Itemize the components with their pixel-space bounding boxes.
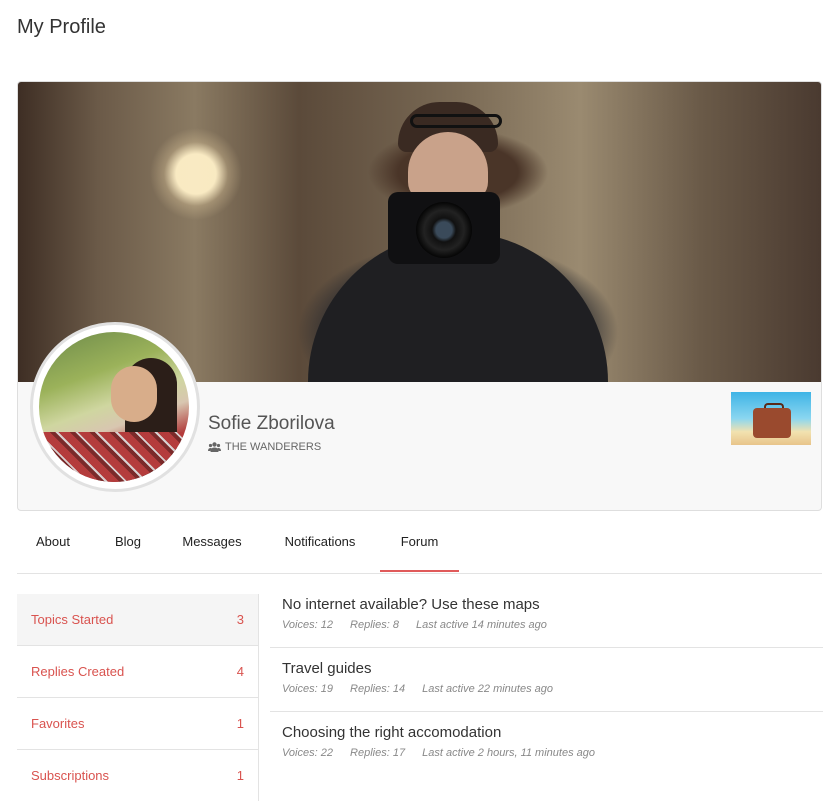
topic-list: No internet available? Use these maps Vo… (270, 584, 823, 776)
group-name: THE WANDERERS (225, 441, 322, 453)
topic-meta: Voices: 12 Replies: 8 Last active 14 min… (282, 619, 823, 631)
sidebar-item-label: Replies Created (31, 664, 125, 679)
sidebar-item-replies-created[interactable]: Replies Created 4 (17, 646, 258, 698)
group-icon (208, 442, 221, 452)
sidebar-item-count: 1 (236, 716, 244, 731)
sidebar-item-label: Favorites (31, 716, 85, 731)
group-thumbnail[interactable] (731, 392, 811, 445)
tab-forum[interactable]: Forum (380, 520, 459, 572)
tab-notifications[interactable]: Notifications (271, 520, 369, 572)
voices-count: Voices: 12 (282, 619, 333, 631)
last-active: Last active 2 hours, 11 minutes ago (422, 747, 595, 759)
topic-title-link[interactable]: Travel guides (282, 648, 823, 677)
replies-count: Replies: 17 (350, 747, 406, 759)
topic-title-link[interactable]: No internet available? Use these maps (282, 584, 823, 613)
sidebar-item-count: 4 (236, 664, 244, 679)
replies-count: Replies: 8 (350, 619, 399, 631)
tab-blog[interactable]: Blog (103, 520, 153, 572)
profile-card: Sofie Zborilova THE WANDERERS (17, 81, 822, 511)
last-active: Last active 14 minutes ago (416, 619, 547, 631)
tab-about[interactable]: About (23, 520, 83, 572)
sidebar-item-label: Subscriptions (31, 768, 110, 783)
topic-meta: Voices: 19 Replies: 14 Last active 22 mi… (282, 683, 823, 695)
profile-tabs: About Blog Messages Notifications Forum (17, 520, 822, 574)
last-active: Last active 22 minutes ago (422, 683, 553, 695)
list-item: No internet available? Use these maps Vo… (270, 584, 823, 648)
sidebar-item-topics-started[interactable]: Topics Started 3 (17, 594, 258, 646)
page-title: My Profile (17, 16, 106, 38)
sidebar-item-subscriptions[interactable]: Subscriptions 1 (17, 750, 258, 801)
profile-name[interactable]: Sofie Zborilova (208, 413, 335, 435)
list-item: Travel guides Voices: 19 Replies: 14 Las… (270, 648, 823, 712)
voices-count: Voices: 22 (282, 747, 333, 759)
list-item: Choosing the right accomodation Voices: … (270, 712, 823, 776)
topic-title-link[interactable]: Choosing the right accomodation (282, 712, 823, 741)
topic-meta: Voices: 22 Replies: 17 Last active 2 hou… (282, 747, 823, 759)
sidebar-item-favorites[interactable]: Favorites 1 (17, 698, 258, 750)
avatar[interactable] (39, 332, 189, 482)
group-link[interactable]: THE WANDERERS (208, 441, 321, 453)
tab-messages[interactable]: Messages (173, 520, 251, 572)
forum-sidebar: Topics Started 3 Replies Created 4 Favor… (17, 594, 259, 801)
sidebar-item-count: 3 (236, 612, 244, 627)
sidebar-item-count: 1 (236, 768, 244, 783)
sidebar-item-label: Topics Started (31, 612, 114, 627)
voices-count: Voices: 19 (282, 683, 333, 695)
replies-count: Replies: 14 (350, 683, 406, 695)
